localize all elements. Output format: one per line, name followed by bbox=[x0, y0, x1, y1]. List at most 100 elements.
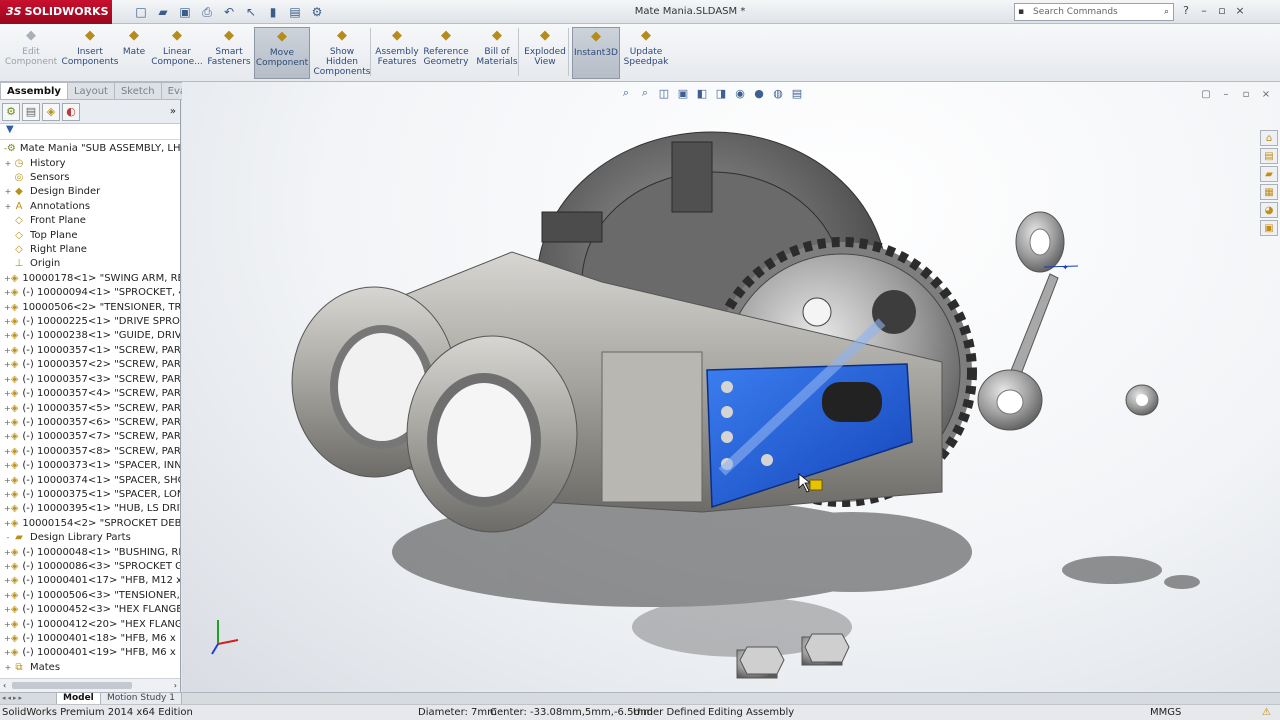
tree-item[interactable]: +◈(-) 10000086<3> "SPROCKET GUAR" bbox=[0, 560, 180, 574]
tree-item[interactable]: +◈10000178<1> "SWING ARM, REAR" bbox=[0, 272, 180, 286]
viewport-close-icon[interactable]: × bbox=[1260, 87, 1272, 101]
tree-expander[interactable]: + bbox=[4, 560, 11, 574]
tree-expander[interactable]: + bbox=[4, 344, 11, 358]
tree-expander[interactable]: + bbox=[4, 373, 11, 387]
appearances-icon[interactable]: ◕ bbox=[1260, 202, 1278, 218]
tree-expander[interactable]: + bbox=[4, 517, 11, 531]
tree-item[interactable]: + ◆ Design Binder bbox=[0, 185, 180, 199]
tree-expander[interactable]: - bbox=[4, 531, 12, 545]
tree-expander[interactable]: + bbox=[4, 329, 11, 343]
tree-item[interactable]: +◈(-) 10000357<4> "SCREW, PARTICI" bbox=[0, 387, 180, 401]
scrollbar-thumb[interactable] bbox=[12, 682, 132, 689]
configuration-manager-tab-icon[interactable]: ◈ bbox=[42, 102, 60, 121]
linear-pattern-button[interactable]: ◆ Linear Compone... bbox=[150, 27, 204, 79]
tree-item[interactable]: +◈(-) 10000225<1> "DRIVE SPROCKET" bbox=[0, 315, 180, 329]
tree-expander[interactable]: + bbox=[4, 402, 11, 416]
tree-expander[interactable]: + bbox=[4, 200, 12, 214]
search-commands-input[interactable]: ▪ Search Commands ⌕ bbox=[1014, 3, 1174, 21]
tree-item[interactable]: + ◷ History bbox=[0, 156, 180, 170]
tree-item[interactable]: ⊥ Origin bbox=[0, 257, 180, 271]
tree-item[interactable]: +◈(-) 10000357<8> "SCREW, PARTICI" bbox=[0, 445, 180, 459]
edit-appearance-icon[interactable]: ● bbox=[751, 86, 767, 100]
display-style-icon[interactable]: ◨ bbox=[713, 86, 729, 100]
tree-expander[interactable]: + bbox=[4, 445, 11, 459]
view-orientation-icon[interactable]: ◧ bbox=[694, 86, 710, 100]
tree-expander[interactable]: + bbox=[4, 430, 11, 444]
spacer-exploded[interactable] bbox=[1125, 384, 1159, 416]
display-manager-tab-icon[interactable]: ◐ bbox=[62, 102, 80, 121]
tree-item[interactable]: +◈(-) 10000375<1> "SPACER, LONG C" bbox=[0, 488, 180, 502]
tree-horizontal-scrollbar[interactable]: ‹ › bbox=[0, 678, 180, 692]
tree-expander[interactable]: + bbox=[4, 416, 11, 430]
move-component-button[interactable]: ◆ Move Component bbox=[254, 27, 310, 79]
tree-expander[interactable]: + bbox=[4, 646, 11, 660]
panel-expand-icon[interactable]: » bbox=[170, 106, 176, 117]
tree-item[interactable]: +◈10000154<2> "SPROCKET DEBRIS C" bbox=[0, 517, 180, 531]
minimize-icon[interactable]: – bbox=[1198, 3, 1210, 17]
reference-geometry-button[interactable]: ◆ Reference Geometry bbox=[422, 27, 470, 79]
custom-properties-icon[interactable]: ▣ bbox=[1260, 220, 1278, 236]
undo-icon[interactable]: ↶ bbox=[220, 3, 238, 21]
tree-expander[interactable]: + bbox=[4, 301, 11, 315]
search-icon[interactable]: ⌕ bbox=[1164, 4, 1169, 20]
tree-expander[interactable]: + bbox=[4, 546, 11, 560]
tree-expander[interactable]: + bbox=[4, 286, 11, 300]
tree-item[interactable]: - ▰ Design Library Parts bbox=[0, 531, 180, 545]
assembly-features-button[interactable]: ◆ Assembly Features bbox=[374, 27, 420, 79]
file-properties-icon[interactable]: ▤ bbox=[286, 3, 304, 21]
exploded-view-button[interactable]: ◆ Exploded View bbox=[522, 27, 568, 79]
tree-expander[interactable]: + bbox=[4, 589, 11, 603]
tree-item[interactable]: +◈(-) 10000357<3> "SCREW, PARTICI" bbox=[0, 373, 180, 387]
help-icon[interactable]: ? bbox=[1180, 3, 1192, 17]
tree-expander[interactable]: + bbox=[4, 632, 11, 646]
tree-item[interactable]: +◈(-) 10000401<18> "HFB, M6 x 1.0 x" bbox=[0, 632, 180, 646]
tree-item[interactable]: +◈(-) 10000357<1> "SCREW, PARTICI" bbox=[0, 344, 180, 358]
tree-item[interactable]: +◈(-) 10000357<2> "SCREW, PARTICI" bbox=[0, 358, 180, 372]
solidworks-logo[interactable]: 3S SOLIDWORKS bbox=[0, 0, 112, 24]
tree-expander[interactable]: + bbox=[4, 387, 11, 401]
smart-fasteners-button[interactable]: ◆ Smart Fasteners bbox=[204, 27, 254, 79]
tree-item[interactable]: +◈(-) 10000395<1> "HUB, LS DRIVE S" bbox=[0, 502, 180, 516]
speedpak-button[interactable]: ◆ Update Speedpak bbox=[622, 27, 670, 79]
tree-item[interactable]: +◈(-) 10000373<1> "SPACER, INNER I" bbox=[0, 459, 180, 473]
tree-expander[interactable]: + bbox=[4, 459, 11, 473]
file-explorer-icon[interactable]: ▰ bbox=[1260, 166, 1278, 182]
show-hidden-button[interactable]: ◆ Show Hidden Components bbox=[312, 27, 372, 79]
rebuild-icon[interactable]: ▮ bbox=[264, 3, 282, 21]
design-library-icon[interactable]: ▤ bbox=[1260, 148, 1278, 164]
open-folder-icon[interactable]: ▰ bbox=[154, 3, 172, 21]
close-icon[interactable]: × bbox=[1234, 3, 1246, 17]
tree-expander[interactable]: + bbox=[4, 272, 11, 286]
viewport-minimize-icon[interactable]: – bbox=[1220, 87, 1232, 101]
tree-expander[interactable]: + bbox=[4, 618, 11, 632]
assembly-model-render[interactable]: ✦ bbox=[182, 82, 1280, 692]
tensioner-rod-exploded[interactable]: ✦ bbox=[977, 211, 1079, 431]
previous-view-icon[interactable]: ◫ bbox=[656, 86, 672, 100]
save-icon[interactable]: ▣ bbox=[176, 3, 194, 21]
tree-item[interactable]: +◈(-) 10000412<20> "HEX FLANGE N" bbox=[0, 617, 180, 631]
tab-sketch[interactable]: Sketch bbox=[114, 82, 162, 100]
tree-item[interactable]: +◈(-) 10000452<3> "HEX FLANGE NY" bbox=[0, 603, 180, 617]
insert-components-button[interactable]: ◆ Insert Components bbox=[62, 27, 119, 79]
tree-item[interactable]: +◈(-) 10000357<5> "SCREW, PARTICI" bbox=[0, 401, 180, 415]
tab-assembly[interactable]: Assembly bbox=[0, 82, 68, 100]
tree-expander[interactable]: + bbox=[4, 474, 11, 488]
tree-filter-row[interactable]: ▼ bbox=[0, 124, 180, 140]
tree-item[interactable]: +◈(-) 10000357<7> "SCREW, PARTICI" bbox=[0, 430, 180, 444]
hide-show-items-icon[interactable]: ◉ bbox=[732, 86, 748, 100]
tree-item[interactable]: +◈(-) 10000401<17> "HFB, M12 x 1.75" bbox=[0, 574, 180, 588]
bom-button[interactable]: ◆ Bill of Materials bbox=[474, 27, 520, 79]
viewport-restore-icon[interactable]: ▫ bbox=[1240, 87, 1252, 101]
tree-item[interactable]: +◈(-) 10000374<1> "SPACER, SHORT" bbox=[0, 473, 180, 487]
view-settings-icon[interactable]: ▤ bbox=[789, 86, 805, 100]
tree-expander[interactable]: + bbox=[4, 661, 12, 675]
tree-item[interactable]: +◈(-) 10000401<19> "HFB, M6 x 1.0 x" bbox=[0, 646, 180, 660]
tree-item[interactable]: + ⧉ Mates bbox=[0, 661, 180, 675]
new-document-icon[interactable]: □ bbox=[132, 3, 150, 21]
section-view-icon[interactable]: ▣ bbox=[675, 86, 691, 100]
tree-expander[interactable]: + bbox=[4, 502, 11, 516]
tree-item[interactable]: ◇ Front Plane bbox=[0, 214, 180, 228]
viewport-tile-icon[interactable]: ▢ bbox=[1200, 87, 1212, 101]
feature-tree-tab-icon[interactable]: ⚙ bbox=[2, 102, 20, 121]
solidworks-resources-icon[interactable]: ⌂ bbox=[1260, 130, 1278, 146]
